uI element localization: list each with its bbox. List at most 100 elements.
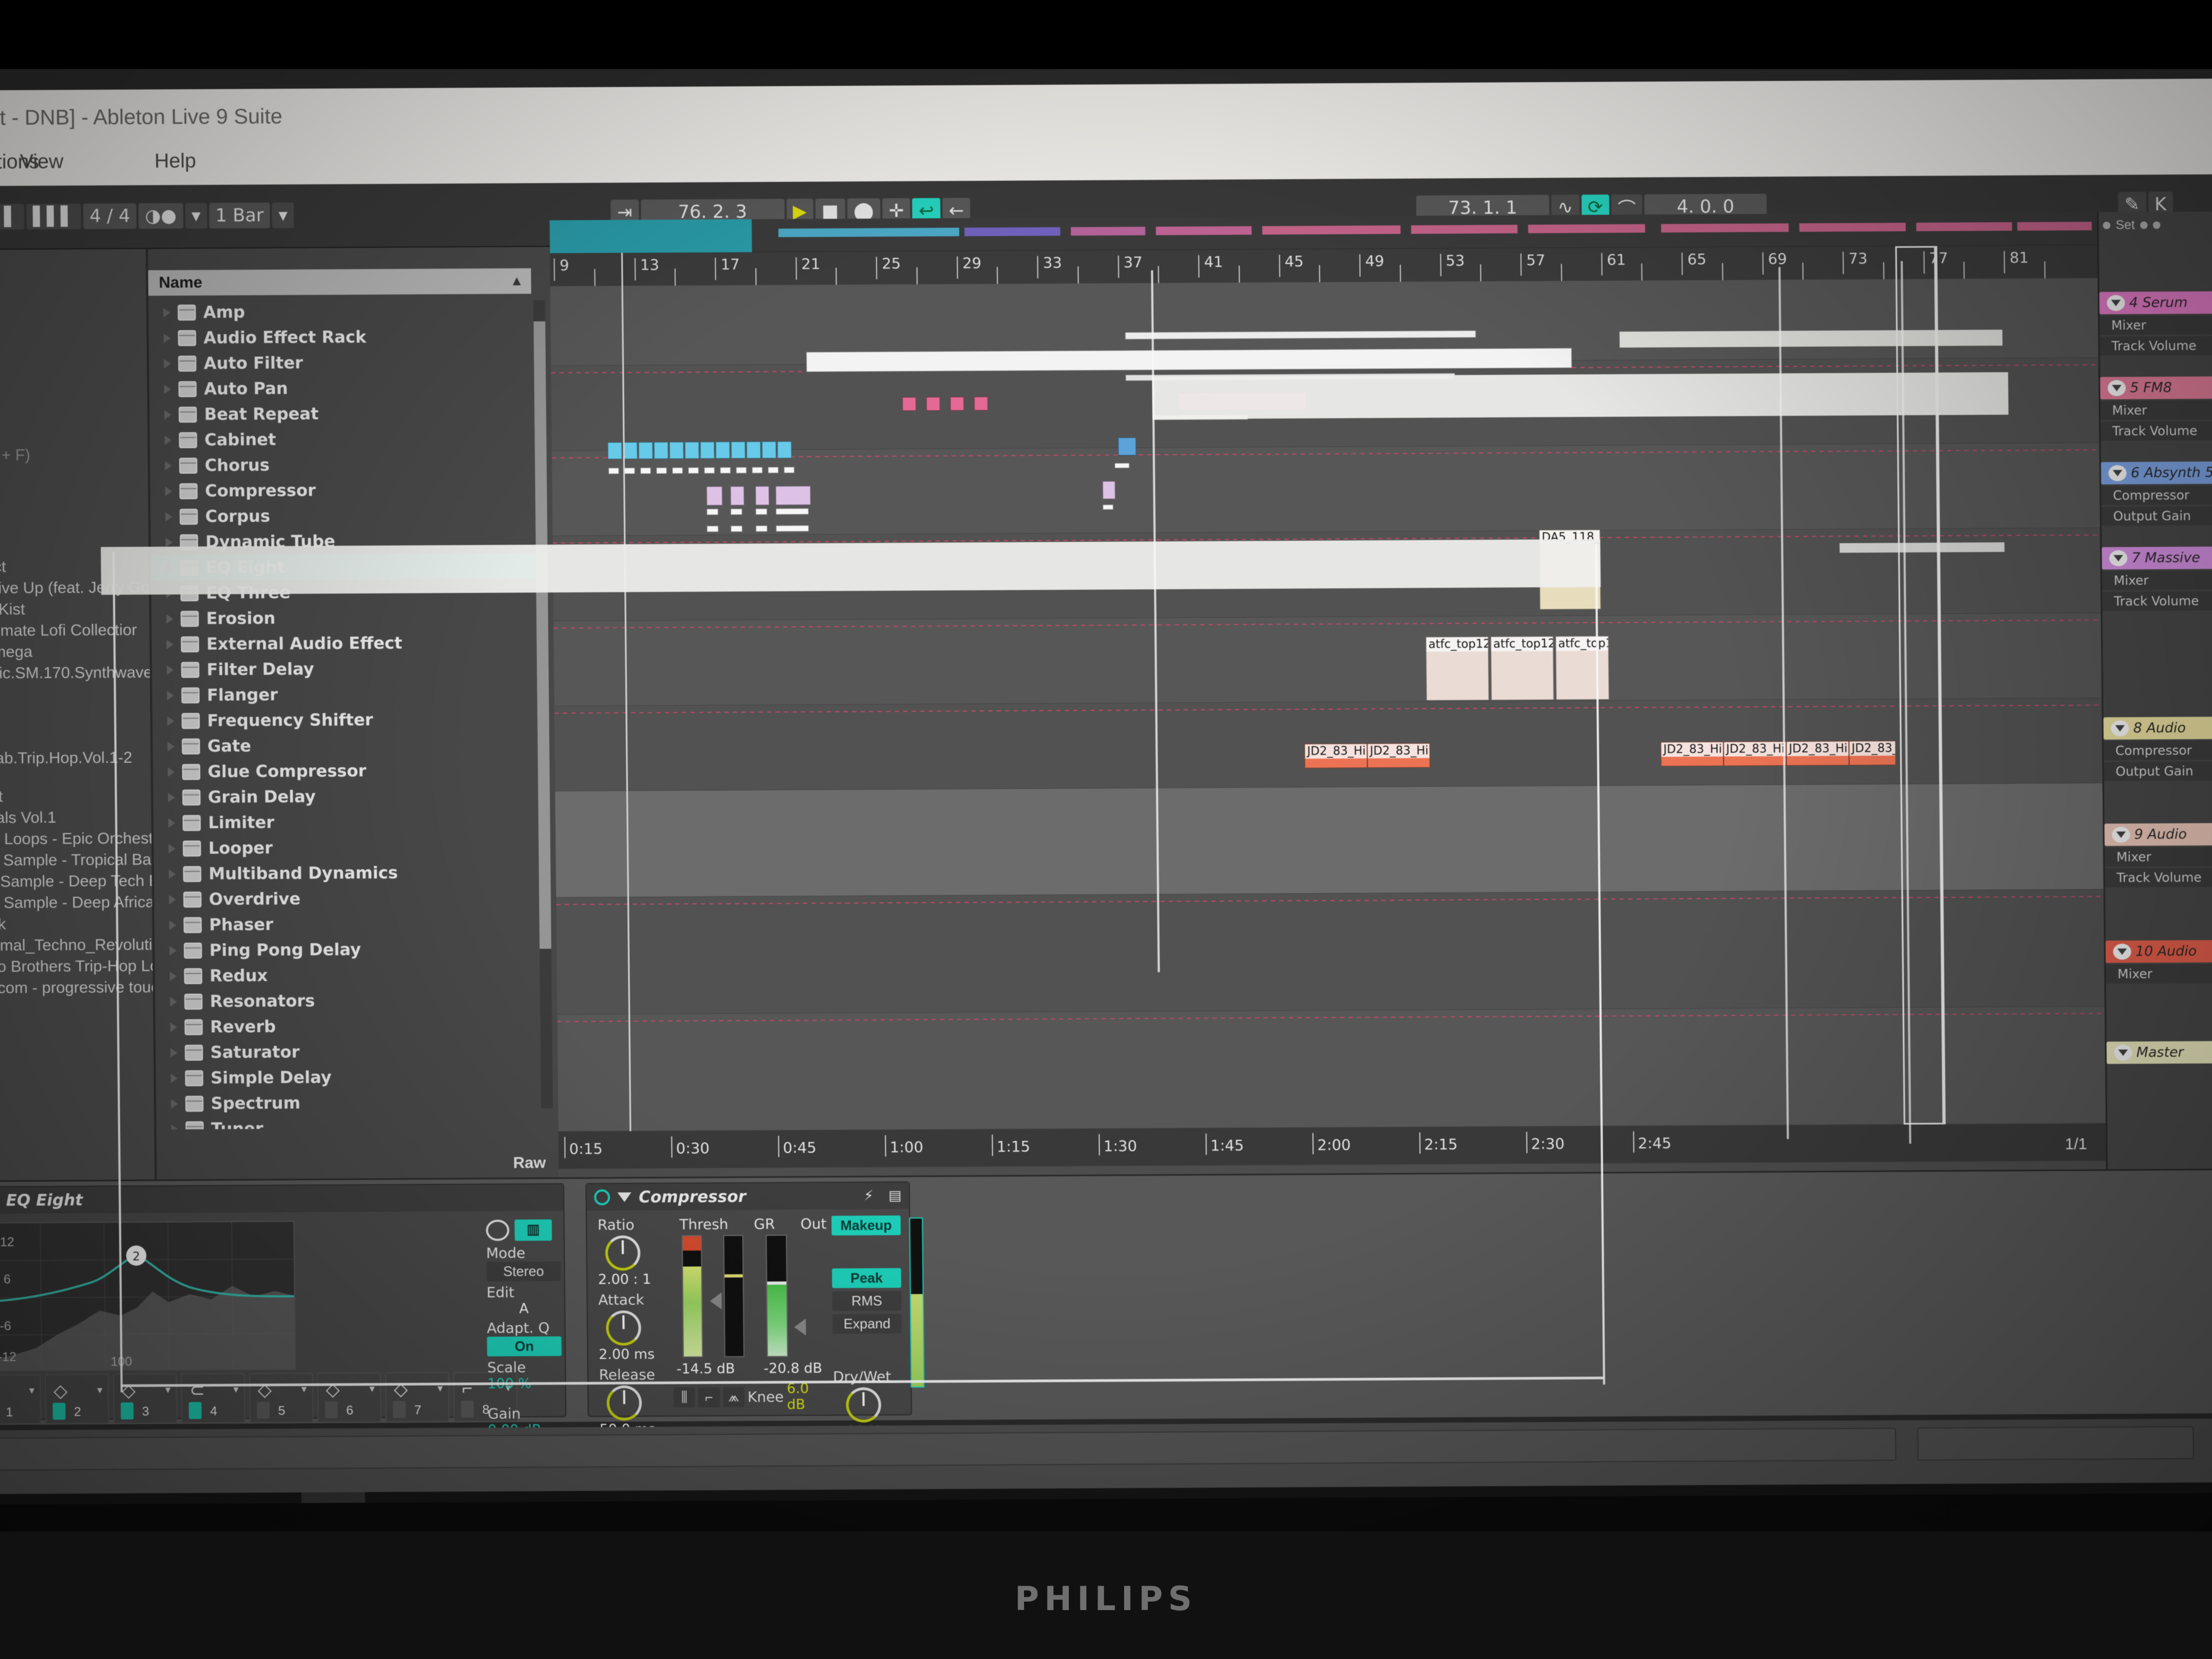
- knee-value[interactable]: 6.0 dB: [787, 1381, 828, 1413]
- output-handle[interactable]: [794, 1318, 806, 1336]
- midi-note[interactable]: [755, 486, 769, 506]
- browser-place-item[interactable]: s Omega: [0, 643, 32, 661]
- compressor-knobs[interactable]: Ratio 2.00 : 1 Attack 2.00 ms Release 50…: [598, 1217, 664, 1454]
- automation-step[interactable]: [1115, 463, 1130, 468]
- browser-place-item[interactable]: s to Sample - Deep Tech Ba: [0, 872, 169, 891]
- track-automation-param[interactable]: Mixer: [2099, 315, 2212, 336]
- track-fold-icon[interactable]: [2112, 826, 2131, 843]
- browser-places-list[interactable]: aryrojecter Give Up (feat. Jerry GcMonKi…: [0, 249, 170, 997]
- browser-column-header[interactable]: Name ▲: [148, 268, 531, 296]
- quantize-chevron2-icon[interactable]: ▾: [272, 202, 295, 229]
- automation-step[interactable]: [1102, 504, 1113, 510]
- automation-step[interactable]: [688, 467, 699, 474]
- track-name[interactable]: 7 Massive: [2101, 546, 2212, 569]
- audio-clip[interactable]: DA5_118_: [1539, 529, 1601, 610]
- metronome-icon[interactable]: ▌▌▌: [0, 204, 25, 230]
- quantize-dropdown[interactable]: 1 Bar: [208, 203, 271, 229]
- device-list-item[interactable]: Audio Effect Rack: [149, 323, 534, 351]
- eq-filter-shape-icon[interactable]: ◇: [326, 1379, 340, 1400]
- track-name[interactable]: 5 FM8: [2100, 376, 2212, 400]
- device-list-item[interactable]: Amp: [148, 298, 533, 325]
- expand-triangle-icon[interactable]: [170, 996, 177, 1007]
- expand-triangle-icon[interactable]: [165, 512, 173, 522]
- browser-place-item[interactable]: - Ultimate Lofi Collectior: [0, 621, 137, 640]
- midi-note[interactable]: [775, 485, 811, 506]
- sort-arrow-icon[interactable]: ▲: [510, 273, 524, 289]
- browser-place-item[interactable]: Heat: [0, 788, 3, 806]
- expand-triangle-icon[interactable]: [169, 945, 177, 956]
- midi-note[interactable]: [623, 442, 638, 459]
- track-header[interactable]: 6 Absynth 5 Compressor Output Gain: [2101, 461, 2212, 526]
- chevron-down-icon[interactable]: ▾: [97, 1384, 103, 1397]
- automation-step[interactable]: [706, 508, 718, 515]
- chevron-down-icon[interactable]: ▾: [233, 1382, 239, 1396]
- track-automation-param[interactable]: Mixer: [2106, 963, 2212, 984]
- audio-clip[interactable]: atfc_top12: [1555, 635, 1610, 700]
- track-fold-icon[interactable]: [2113, 943, 2132, 960]
- follow-icon[interactable]: ◑●: [138, 203, 183, 229]
- peak-button[interactable]: Peak: [832, 1268, 901, 1288]
- track-name[interactable]: 10 Audio: [2105, 940, 2212, 963]
- output-meter[interactable]: [765, 1234, 789, 1358]
- search-input[interactable]: Ctrl + F): [0, 446, 148, 477]
- audio-clip[interactable]: JD2_83_Hip: [1367, 743, 1430, 768]
- expand-triangle-icon[interactable]: [169, 894, 176, 905]
- device-list-item[interactable]: Looper: [154, 834, 539, 861]
- eq-band-led[interactable]: [188, 1402, 202, 1419]
- midi-note[interactable]: [684, 441, 699, 459]
- device-list-item[interactable]: Corpus: [150, 502, 535, 530]
- automation-step[interactable]: [731, 525, 743, 532]
- eq-band-2[interactable]: ◇ ▾ 2: [45, 1373, 110, 1425]
- expand-triangle-icon[interactable]: [166, 614, 173, 624]
- device-list-item[interactable]: Filter Delay: [152, 655, 537, 683]
- automation-step[interactable]: [752, 467, 763, 474]
- expand-triangle-icon[interactable]: [171, 1073, 178, 1084]
- automation-step[interactable]: [672, 467, 683, 474]
- eq-band-led[interactable]: [460, 1401, 474, 1418]
- chevron-down-icon[interactable]: ▾: [438, 1381, 443, 1395]
- eq-right-controls[interactable]: ▥ Mode Stereo Edit A Adapt. Q On Scale 1…: [485, 1219, 563, 1438]
- track-name[interactable]: 4 Serum: [2099, 291, 2212, 315]
- clip-pink[interactable]: [1178, 391, 1307, 411]
- eq-filter-shape-icon[interactable]: ◇: [54, 1380, 68, 1402]
- expand-triangle-icon[interactable]: [168, 843, 176, 854]
- automation-step[interactable]: [775, 508, 809, 515]
- automation-step[interactable]: [755, 508, 767, 515]
- track-header[interactable]: Master: [2106, 1041, 2212, 1064]
- chevron-down-icon[interactable]: ▾: [301, 1382, 307, 1396]
- browser-place-item[interactable]: s To Sample - Deep Africa: [0, 893, 154, 912]
- eq-band-led[interactable]: [324, 1401, 338, 1419]
- expand-triangle-icon[interactable]: [170, 1022, 178, 1033]
- audio-clip[interactable]: JD2_83_Hip: [1723, 741, 1787, 766]
- device-list-item[interactable]: Grain Delay: [153, 783, 538, 810]
- compressor-meters[interactable]: Thresh GR Out -14.5 dB -20.8 dB ⫼ ⌐ ⩕ Kn…: [672, 1216, 828, 1414]
- midi-note[interactable]: [761, 441, 776, 459]
- chevron-down-icon[interactable]: [617, 1192, 632, 1202]
- automation-step[interactable]: [707, 525, 719, 532]
- expand-triangle-icon[interactable]: [164, 359, 171, 369]
- drywet-knob[interactable]: [845, 1387, 882, 1423]
- audio-clip[interactable]: JD2_83_Hip: [1304, 743, 1368, 768]
- automation-step[interactable]: [656, 467, 667, 474]
- menu-help[interactable]: Help: [154, 150, 196, 173]
- expand-triangle-icon[interactable]: [168, 818, 175, 828]
- device-list-item[interactable]: Reverb: [155, 1012, 540, 1040]
- track-header[interactable]: 8 Audio Compressor Output Gain: [2103, 716, 2212, 781]
- device-list-item[interactable]: Saturator: [155, 1038, 540, 1066]
- midi-note[interactable]: [1118, 437, 1136, 456]
- chevron-down-icon[interactable]: ▾: [370, 1382, 375, 1395]
- makeup-button[interactable]: Makeup: [831, 1215, 901, 1236]
- device-chain[interactable]: EQ Eight 1 2: [0, 1168, 2212, 1454]
- automation-step[interactable]: [730, 508, 742, 515]
- track-automation-param[interactable]: Track Volume: [2100, 421, 2212, 441]
- device-list-item[interactable]: Flanger: [152, 681, 537, 708]
- eq-filter-shape-icon[interactable]: ⌐: [462, 1378, 473, 1399]
- expand-triangle-icon[interactable]: [169, 869, 176, 879]
- attack-knob[interactable]: [606, 1310, 641, 1346]
- device-list-item[interactable]: Overdrive: [154, 885, 539, 912]
- browser-place-item[interactable]: er Give Up (feat. Jerry Gc: [0, 579, 149, 598]
- compressor-right-controls[interactable]: Makeup Peak RMS Expand Dry/Wet 100 %: [831, 1215, 903, 1440]
- eq-curve-display[interactable]: 1 2 12 6 -6 -12 100: [0, 1220, 296, 1371]
- browser-place-item[interactable]: s To Sample - Tropical Bass: [0, 851, 167, 870]
- power-icon[interactable]: [594, 1189, 610, 1205]
